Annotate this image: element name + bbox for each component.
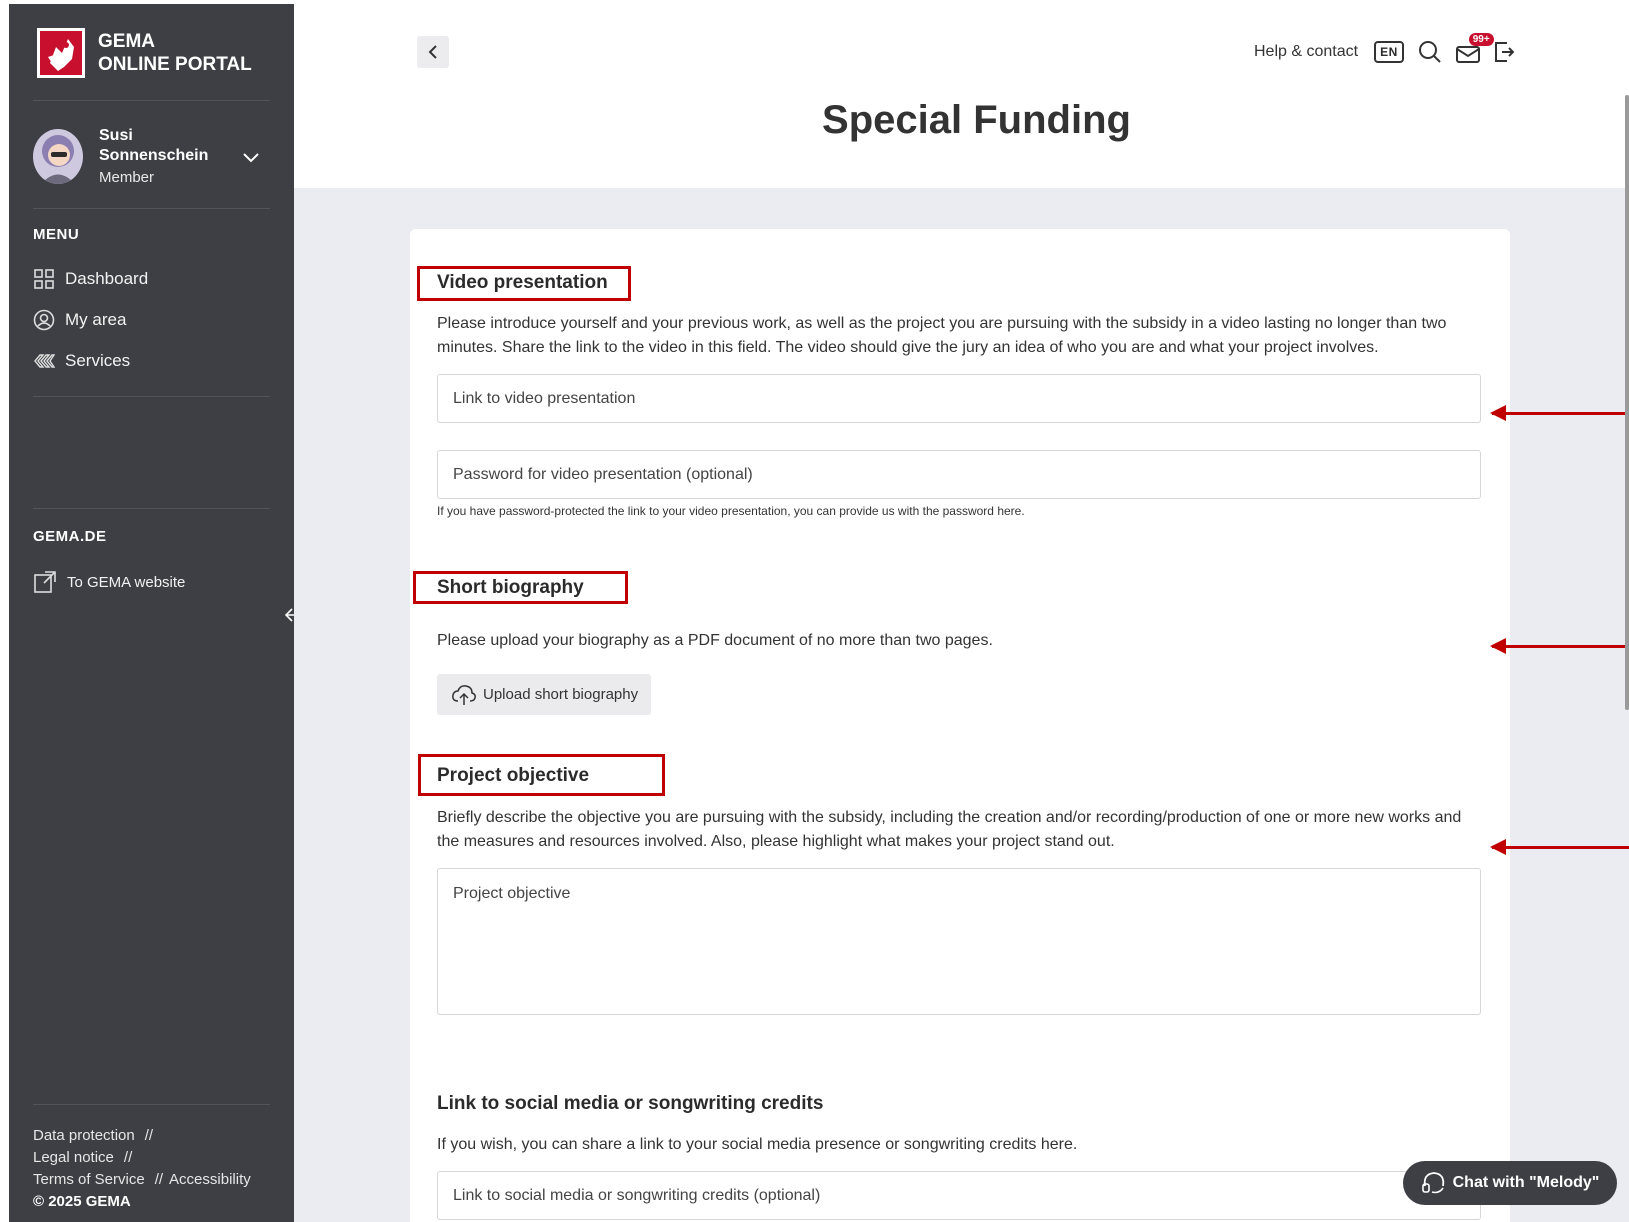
annotation-arrow bbox=[1490, 839, 1629, 855]
user-circle-icon bbox=[33, 309, 55, 331]
legal-notice-link[interactable]: Legal notice bbox=[33, 1149, 114, 1166]
chat-headset-icon bbox=[1421, 1172, 1444, 1194]
biography-section-description: Please upload your biography as a PDF do… bbox=[437, 632, 993, 649]
menu-heading: MENU bbox=[33, 226, 80, 243]
annotation-arrow bbox=[1490, 405, 1629, 421]
gema-website-label: To GEMA website bbox=[67, 573, 186, 591]
divider bbox=[33, 508, 270, 509]
objective-section-title: Project objective bbox=[437, 765, 590, 786]
sidebar-item-my-area[interactable]: My area bbox=[33, 309, 126, 331]
social-link-input[interactable]: Link to social media or songwriting cred… bbox=[437, 1171, 1481, 1220]
video-password-input[interactable]: Password for video presentation (optiona… bbox=[437, 450, 1481, 499]
chevron-down-icon[interactable] bbox=[243, 150, 259, 168]
chevron-left-icon bbox=[428, 45, 437, 59]
notification-badge: 99+ bbox=[1468, 33, 1494, 46]
biography-section-title: Short biography bbox=[437, 577, 584, 598]
upload-biography-label: Upload short biography bbox=[483, 686, 639, 703]
help-contact-link[interactable]: Help & contact bbox=[1254, 43, 1358, 61]
separator: // bbox=[144, 1127, 154, 1144]
accessibility-link[interactable]: Accessibility bbox=[169, 1171, 251, 1188]
brand-line1: GEMA bbox=[98, 31, 155, 52]
separator: // bbox=[123, 1149, 133, 1166]
sidebar-item-dashboard[interactable]: Dashboard bbox=[33, 268, 148, 290]
user-menu[interactable]: Susi Sonnenschein Member bbox=[33, 126, 273, 196]
search-icon[interactable] bbox=[1418, 40, 1442, 64]
chat-button[interactable]: Chat with "Melody" bbox=[1403, 1161, 1617, 1205]
services-icon bbox=[34, 354, 55, 368]
chat-label: Chat with "Melody" bbox=[1452, 1174, 1600, 1191]
cloud-upload-icon bbox=[452, 684, 476, 705]
user-role: Member bbox=[99, 169, 155, 186]
objective-section-description: Briefly describe the objective you are p… bbox=[437, 809, 1462, 850]
upload-biography-button[interactable]: Upload short biography bbox=[437, 674, 651, 715]
social-section-description: If you wish, you can share a link to you… bbox=[437, 1136, 1078, 1153]
divider bbox=[33, 208, 270, 209]
sidebar-item-services[interactable]: Services bbox=[33, 350, 130, 372]
brand-logo[interactable]: GEMA ONLINE PORTAL bbox=[37, 28, 252, 78]
divider bbox=[33, 396, 270, 397]
scrollbar[interactable] bbox=[1625, 95, 1629, 710]
sidebar: GEMA ONLINE PORTAL Susi Sonnenschein Mem… bbox=[9, 4, 294, 1222]
terms-link[interactable]: Terms of Service bbox=[33, 1171, 145, 1188]
data-protection-link[interactable]: Data protection bbox=[33, 1127, 135, 1144]
brand-line2: ONLINE PORTAL bbox=[98, 54, 252, 75]
gema-logo-icon bbox=[37, 28, 85, 78]
logout-icon[interactable] bbox=[1494, 41, 1514, 63]
video-section-title: Video presentation bbox=[437, 272, 608, 293]
project-objective-textarea[interactable]: Project objective bbox=[437, 868, 1481, 1015]
video-link-input[interactable]: Link to video presentation bbox=[437, 374, 1481, 423]
divider bbox=[33, 100, 270, 101]
grid-icon bbox=[34, 269, 54, 289]
social-section-title: Link to social media or songwriting cred… bbox=[437, 1093, 824, 1114]
page-title: Special Funding bbox=[822, 98, 1131, 142]
annotation-arrow bbox=[1490, 638, 1629, 654]
user-last-name: Sonnenschein bbox=[99, 147, 209, 164]
video-password-hint: If you have password-protected the link … bbox=[437, 504, 1025, 518]
gema-website-link[interactable]: To GEMA website bbox=[33, 570, 185, 594]
copyright: © 2025 GEMA bbox=[33, 1193, 131, 1210]
language-switch[interactable]: EN bbox=[1374, 41, 1404, 63]
divider bbox=[33, 1104, 270, 1105]
separator: // bbox=[154, 1171, 164, 1188]
sidebar-item-label: Dashboard bbox=[65, 269, 149, 288]
inbox-icon[interactable]: 99+ bbox=[1455, 33, 1494, 63]
sidebar-item-label: My area bbox=[65, 310, 127, 329]
avatar bbox=[33, 129, 83, 184]
external-link-icon bbox=[34, 571, 56, 593]
user-first-name: Susi bbox=[99, 127, 133, 144]
gema-de-heading: GEMA.DE bbox=[33, 528, 107, 545]
video-section-description: Please introduce yourself and your previ… bbox=[437, 315, 1447, 356]
sidebar-item-label: Services bbox=[65, 351, 131, 370]
header-actions: Help & contact EN 99+ bbox=[1254, 33, 1528, 66]
back-button[interactable] bbox=[417, 36, 449, 68]
footer-links: Data protection // Legal notice // Terms o… bbox=[33, 1125, 251, 1213]
